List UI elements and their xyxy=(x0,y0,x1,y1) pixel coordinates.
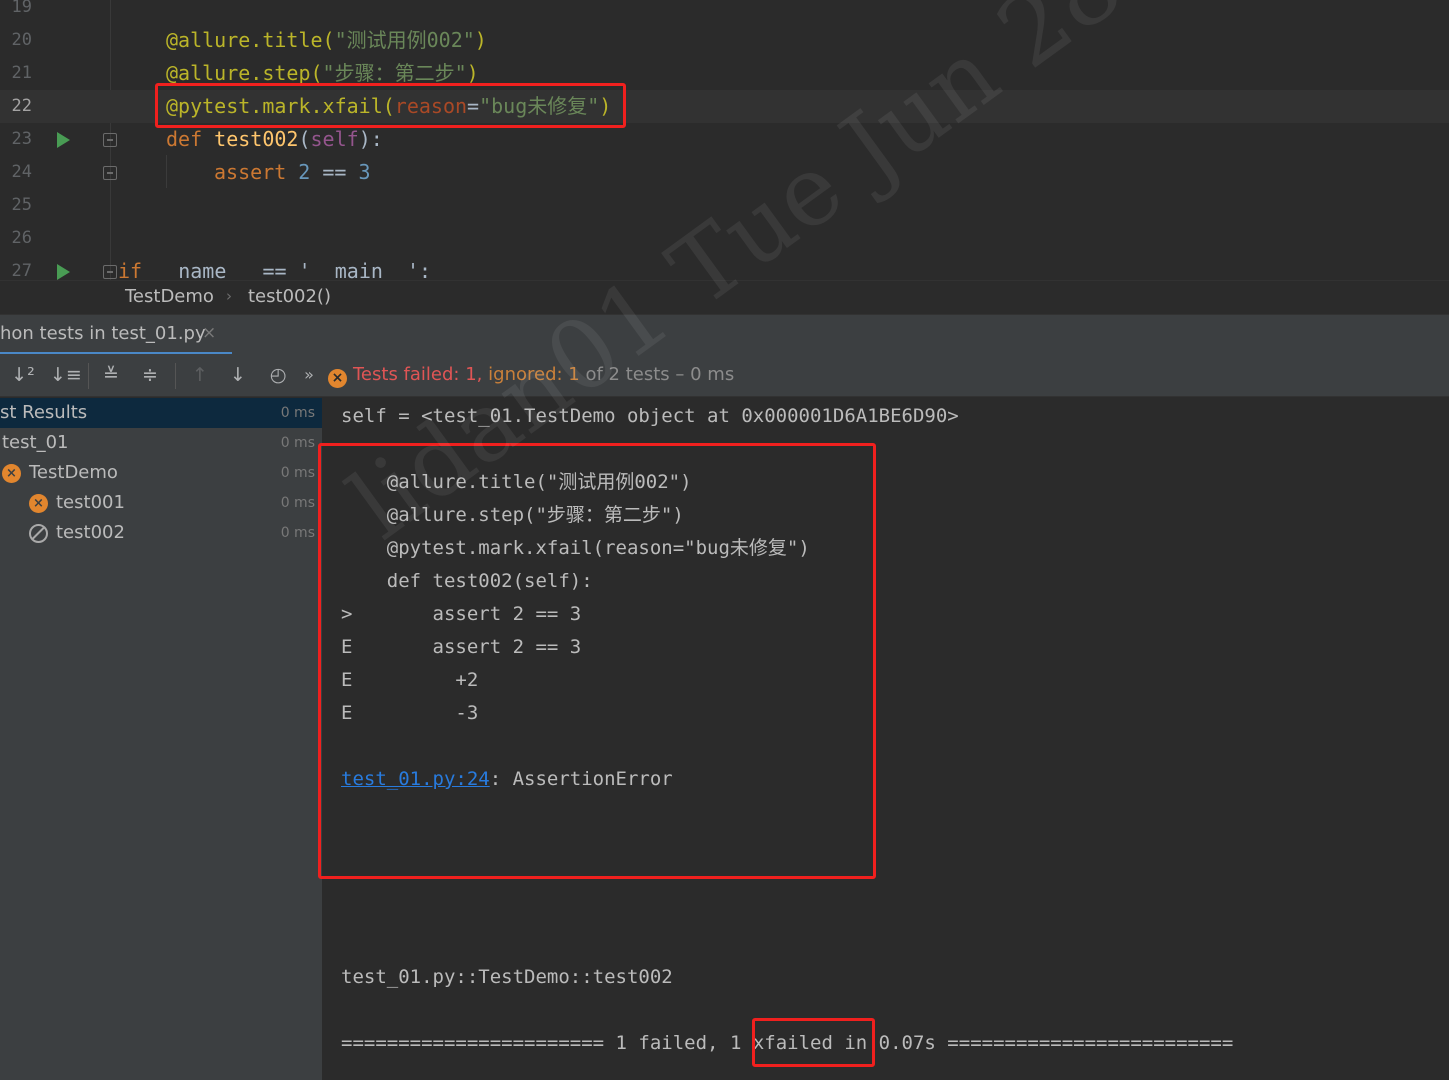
line-number: 27 xyxy=(11,261,32,280)
tree-item-test[interactable]: × test001 0 ms xyxy=(0,488,322,518)
next-failed-icon[interactable]: ↓ xyxy=(225,362,251,388)
run-test-icon[interactable] xyxy=(57,132,70,148)
toolbar-divider xyxy=(175,363,176,389)
console-line: self = <test_01.TestDemo object at 0x000… xyxy=(341,405,959,427)
run-script-icon[interactable] xyxy=(57,264,70,280)
code-editor[interactable]: 19 20 @allure.title("测试用例002") 21 @allur… xyxy=(0,0,1449,280)
tree-item-label: test_01 xyxy=(2,432,69,453)
more-actions-icon[interactable]: » xyxy=(296,362,322,388)
collapse-all-icon[interactable]: ≑ xyxy=(137,362,163,388)
failed-test-icon: × xyxy=(29,494,48,513)
history-icon[interactable]: ◴ xyxy=(265,362,291,388)
line-number: 24 xyxy=(11,162,32,182)
console-test-id: test_01.py::TestDemo::test002 xyxy=(341,966,673,988)
code-line[interactable]: 25 xyxy=(0,189,1449,222)
tab-label: hon tests in test_01.py xyxy=(0,323,206,344)
tree-item-class[interactable]: × TestDemo 0 ms xyxy=(0,458,322,488)
line-number: 20 xyxy=(11,30,32,50)
fold-icon[interactable] xyxy=(103,133,117,147)
ignored-test-icon xyxy=(29,524,48,543)
run-tool-window-tabs: hon tests in test_01.py × xyxy=(0,314,1449,355)
line-number: 23 xyxy=(11,129,32,149)
tree-item-label: st Results xyxy=(0,402,88,423)
failed-test-icon: × xyxy=(2,464,21,483)
tree-item-duration: 0 ms xyxy=(280,465,315,481)
tree-item-test-results[interactable]: st Results 0 ms xyxy=(0,398,322,428)
run-toolbar: ↓² ↓≡ ≚ ≑ ↑ ↓ ◴ » × Tests failed: 1, igno… xyxy=(0,354,1449,397)
tree-item-duration: 0 ms xyxy=(280,525,315,541)
highlight-xfailed-count xyxy=(752,1018,875,1067)
code-line[interactable]: 24 assert 2 == 3 xyxy=(0,156,1449,189)
code-line[interactable]: 26 xyxy=(0,222,1449,255)
code-text: assert 2 == 3 xyxy=(214,160,371,184)
test-results-tree: st Results 0 ms test_01 0 ms × TestDemo … xyxy=(0,398,322,1080)
line-number: 25 xyxy=(11,195,32,215)
toolbar-divider xyxy=(88,363,89,389)
line-number: 26 xyxy=(11,228,32,248)
breadcrumb-class[interactable]: TestDemo xyxy=(125,286,214,307)
code-line[interactable]: 19 xyxy=(0,0,1449,24)
breadcrumb: TestDemo › test002() xyxy=(0,280,1449,314)
code-text: @allure.title("测试用例002") xyxy=(166,28,487,52)
fold-icon[interactable] xyxy=(103,265,117,279)
tree-item-label: TestDemo xyxy=(29,462,118,483)
expand-all-icon[interactable]: ≚ xyxy=(98,362,124,388)
breadcrumb-separator: › xyxy=(226,287,232,305)
highlight-xfail-decorator xyxy=(155,83,626,128)
code-line[interactable]: 27 if __name__ == '__main__': xyxy=(0,255,1449,280)
failed-status-icon: × xyxy=(328,369,347,388)
highlight-traceback xyxy=(318,443,876,879)
tree-item-module[interactable]: test_01 0 ms xyxy=(0,428,322,458)
tree-item-duration: 0 ms xyxy=(280,405,315,421)
code-text: if __name__ == '__main__': xyxy=(118,259,432,280)
line-number: 21 xyxy=(11,63,32,83)
close-icon[interactable]: × xyxy=(202,323,216,343)
test-status-summary: × Tests failed: 1, ignored: 1 of 2 tests … xyxy=(328,364,734,388)
tree-item-duration: 0 ms xyxy=(280,435,315,451)
line-number: 22 xyxy=(11,96,32,116)
tree-item-duration: 0 ms xyxy=(280,495,315,511)
previous-failed-icon[interactable]: ↑ xyxy=(187,362,213,388)
fold-icon[interactable] xyxy=(103,166,117,180)
tree-item-label: test002 xyxy=(56,522,125,543)
tree-item-label: test001 xyxy=(56,492,125,513)
line-number: 19 xyxy=(11,0,32,17)
breadcrumb-method[interactable]: test002() xyxy=(248,286,331,307)
tab-run-config[interactable]: hon tests in test_01.py × xyxy=(0,315,232,355)
sort-alpha-icon[interactable]: ↓² xyxy=(10,362,36,388)
tree-item-test[interactable]: test002 0 ms xyxy=(0,518,322,548)
code-line[interactable]: 20 @allure.title("测试用例002") xyxy=(0,24,1449,57)
sort-duration-icon[interactable]: ↓≡ xyxy=(50,362,82,388)
